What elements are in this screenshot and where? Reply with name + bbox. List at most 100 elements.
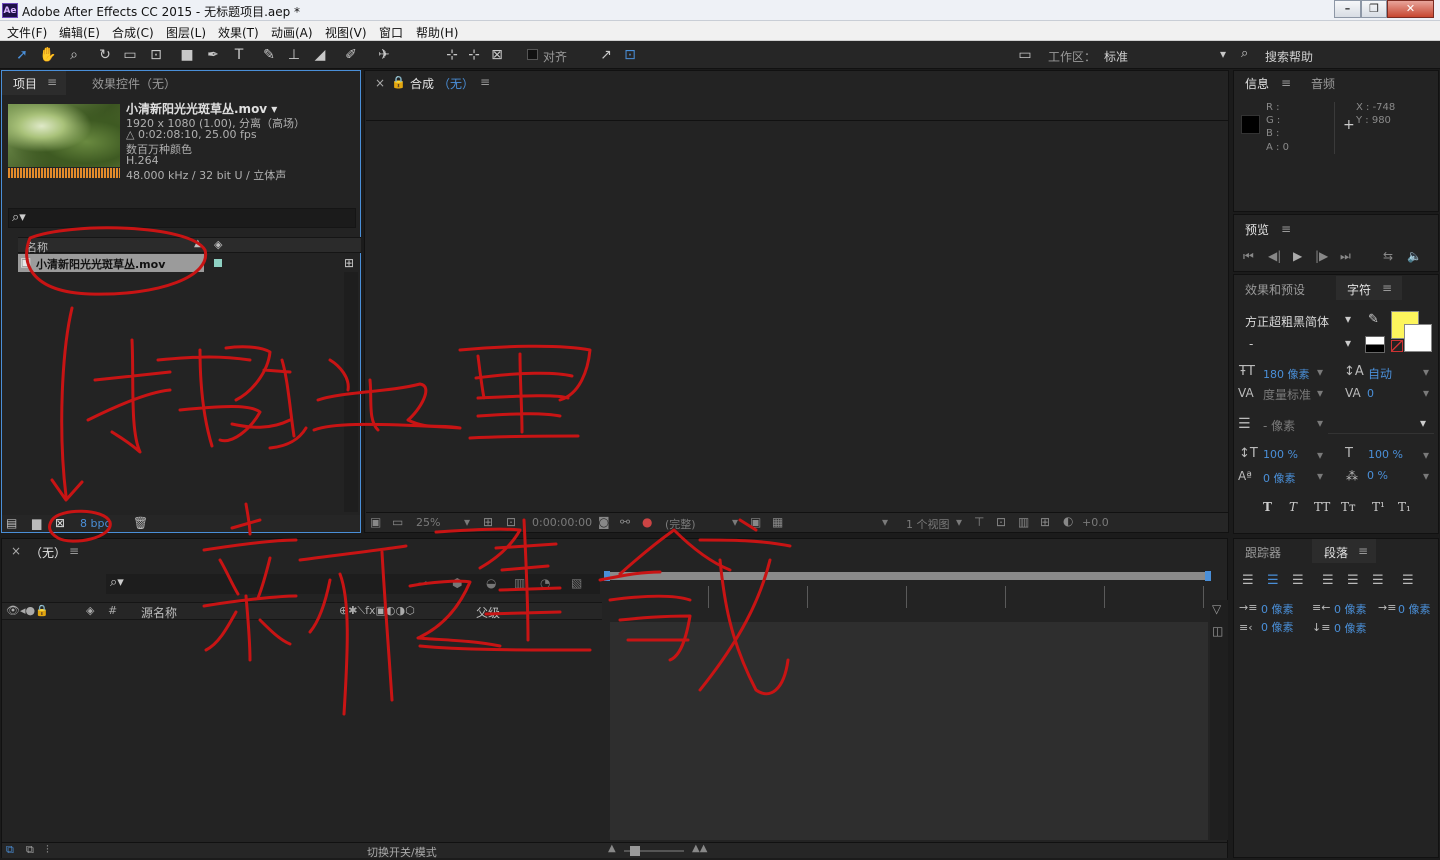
tab-preview[interactable]: 预览 bbox=[1245, 221, 1269, 238]
search-help-input[interactable]: 搜索帮助 bbox=[1265, 48, 1313, 65]
stroke-color-swatch[interactable] bbox=[1404, 324, 1432, 352]
brush-tool-icon[interactable]: ✎ bbox=[259, 45, 279, 65]
eyedropper-icon[interactable]: ✎ bbox=[1368, 312, 1379, 327]
resolution-dropdown[interactable]: (完整) bbox=[665, 516, 696, 532]
align-center-icon[interactable]: ☰ bbox=[1267, 573, 1279, 588]
toggle-pixel-icon[interactable]: ⊤ bbox=[974, 515, 984, 529]
justify-center-icon[interactable]: ☰ bbox=[1347, 573, 1359, 588]
first-frame-icon[interactable]: ⏮ bbox=[1243, 249, 1254, 264]
menu-effect[interactable]: 效果(T) bbox=[218, 24, 259, 41]
tab-timeline[interactable]: （无） bbox=[30, 544, 66, 561]
roto-brush-tool-icon[interactable]: ✐ bbox=[341, 45, 361, 65]
selection-tool-icon[interactable]: ➚ bbox=[12, 45, 32, 65]
tab-info[interactable]: 信息 bbox=[1245, 75, 1269, 92]
audio-icon[interactable]: 🔈 bbox=[1407, 249, 1422, 263]
project-item-name[interactable]: 小清新阳光光斑草丛.mov bbox=[36, 256, 165, 272]
layer-list[interactable] bbox=[2, 622, 602, 840]
world-axis-icon[interactable]: ⊹ bbox=[464, 45, 484, 65]
comp-mini-flowchart-icon[interactable]: ⊸ bbox=[418, 576, 428, 590]
menu-edit[interactable]: 编辑(E) bbox=[59, 24, 100, 41]
channel-icon[interactable]: ● bbox=[642, 515, 652, 529]
work-area-start-handle[interactable] bbox=[604, 571, 610, 581]
menu-view[interactable]: 视图(V) bbox=[325, 24, 367, 41]
eraser-tool-icon[interactable]: ◢ bbox=[310, 45, 330, 65]
justify-all-icon[interactable]: ☰ bbox=[1402, 573, 1414, 588]
local-axis-icon[interactable]: ⊹ bbox=[442, 45, 462, 65]
new-composition-icon[interactable]: ⊠ bbox=[55, 516, 65, 530]
project-search-input[interactable]: ⌕▾ bbox=[8, 208, 356, 228]
faux-bold-button[interactable]: T bbox=[1263, 500, 1272, 514]
loop-icon[interactable]: ⇆ bbox=[1383, 249, 1393, 263]
no-fill-icon[interactable] bbox=[1391, 340, 1403, 352]
always-preview-icon[interactable]: ▣ bbox=[370, 515, 381, 529]
leading-value[interactable]: 自动 bbox=[1368, 365, 1392, 382]
black-white-swatch[interactable] bbox=[1365, 336, 1385, 353]
exposure-value[interactable]: +0.0 bbox=[1082, 516, 1109, 529]
close-tab-icon[interactable]: × bbox=[375, 76, 385, 90]
label-color-swatch[interactable] bbox=[214, 259, 222, 267]
space-before-value[interactable]: 0 像素 bbox=[1261, 619, 1294, 635]
space-after-value[interactable]: 0 像素 bbox=[1334, 620, 1367, 636]
fast-preview-icon[interactable]: ⊡ bbox=[996, 515, 1006, 529]
chevron-down-icon[interactable]: ▾ bbox=[1317, 386, 1323, 400]
font-size-value[interactable]: 180 像素 bbox=[1263, 366, 1310, 382]
snapshot-icon[interactable]: ◙ bbox=[598, 515, 610, 529]
in-out-panes-icon[interactable]: ⫶ bbox=[46, 843, 49, 857]
chevron-down-icon[interactable]: ▾ bbox=[1423, 386, 1429, 400]
comp-marker-bin-icon[interactable]: ◫ bbox=[1212, 624, 1223, 638]
tab-character[interactable]: 字符 ≡ bbox=[1336, 276, 1402, 300]
zoom-tool-icon[interactable]: ⌕ bbox=[64, 45, 84, 65]
frame-blending-icon[interactable]: ▥ bbox=[514, 576, 525, 590]
menu-window[interactable]: 窗口 bbox=[379, 24, 403, 41]
flowchart-icon[interactable]: ⊞ bbox=[344, 256, 354, 270]
workspace-chevron-icon[interactable]: ▾ bbox=[1220, 47, 1226, 61]
reset-exposure-icon[interactable]: ◐ bbox=[1063, 514, 1073, 528]
play-icon[interactable]: ▶ bbox=[1293, 249, 1302, 263]
zoom-in-icon[interactable]: ▲▲ bbox=[692, 843, 707, 854]
menu-layer[interactable]: 图层(L) bbox=[166, 24, 206, 41]
clone-stamp-tool-icon[interactable]: ⊥ bbox=[284, 45, 304, 65]
tab-effect-controls[interactable]: 效果控件（无） bbox=[92, 75, 176, 92]
zoom-slider-thumb[interactable] bbox=[630, 846, 640, 856]
rectangle-tool-icon[interactable]: ■ bbox=[177, 45, 197, 65]
align-right-icon[interactable]: ☰ bbox=[1292, 573, 1304, 588]
menu-animation[interactable]: 动画(A) bbox=[271, 24, 313, 41]
snap-checkbox[interactable] bbox=[527, 49, 538, 60]
chevron-down-icon[interactable]: ▾ bbox=[882, 515, 888, 529]
motion-blur-icon[interactable]: ◔ bbox=[540, 576, 550, 590]
layer-switches-icon[interactable]: ⊕✱⟍fx▣◐◑⬡ bbox=[339, 604, 415, 618]
tab-tracker[interactable]: 跟踪器 bbox=[1245, 544, 1281, 561]
column-name-label[interactable]: 名称 bbox=[26, 239, 48, 255]
composition-viewer[interactable] bbox=[366, 120, 1228, 510]
pen-tool-icon[interactable]: ✒ bbox=[203, 45, 223, 65]
tsume-value[interactable]: 0 % bbox=[1367, 469, 1388, 482]
font-style-dropdown[interactable]: - ▾ bbox=[1238, 335, 1362, 353]
justify-right-icon[interactable]: ☰ bbox=[1372, 573, 1384, 588]
draft-3d-icon[interactable]: ⬢ bbox=[452, 576, 462, 590]
shy-layers-icon[interactable]: ◒ bbox=[486, 576, 496, 590]
panel-menu-icon[interactable]: ≡ bbox=[1382, 281, 1392, 295]
panel-menu-icon[interactable]: ≡ bbox=[1281, 76, 1291, 90]
flowchart-icon[interactable]: ⊞ bbox=[1040, 515, 1050, 529]
comp-button-icon[interactable]: ▽ bbox=[1212, 602, 1221, 616]
workspace-dropdown[interactable]: 标准 bbox=[1104, 48, 1128, 65]
minimize-button[interactable]: – bbox=[1334, 0, 1361, 18]
close-button[interactable]: ✕ bbox=[1387, 0, 1434, 18]
small-caps-button[interactable]: Tт bbox=[1341, 500, 1356, 514]
safe-margins-icon[interactable]: ⊡ bbox=[506, 515, 516, 529]
monitor-icon[interactable]: ▭ bbox=[392, 515, 403, 529]
chevron-down-icon[interactable]: ▾ bbox=[1423, 448, 1429, 462]
indent-left-value[interactable]: 0 像素 bbox=[1261, 601, 1294, 617]
chevron-down-icon[interactable]: ▾ bbox=[464, 515, 470, 529]
panel-menu-icon[interactable]: ≡ bbox=[1281, 222, 1291, 236]
workspace-icon[interactable]: ▭ bbox=[1015, 45, 1035, 65]
stroke-width-value[interactable]: - 像素 bbox=[1263, 417, 1295, 434]
kerning-value[interactable]: 度量标准 bbox=[1263, 386, 1311, 403]
color-depth-label[interactable]: 8 bpc bbox=[80, 517, 111, 530]
tab-project[interactable]: 项目 ≡ bbox=[2, 71, 66, 95]
toggle-switches-modes[interactable]: 切换开关/模式 bbox=[367, 844, 437, 860]
previous-frame-icon[interactable]: ◀| bbox=[1268, 249, 1281, 263]
lock-icon[interactable]: 🔒 bbox=[391, 75, 406, 89]
tab-paragraph[interactable]: 段落 ≡ bbox=[1312, 539, 1376, 563]
panel-menu-icon[interactable]: ≡ bbox=[47, 75, 57, 89]
